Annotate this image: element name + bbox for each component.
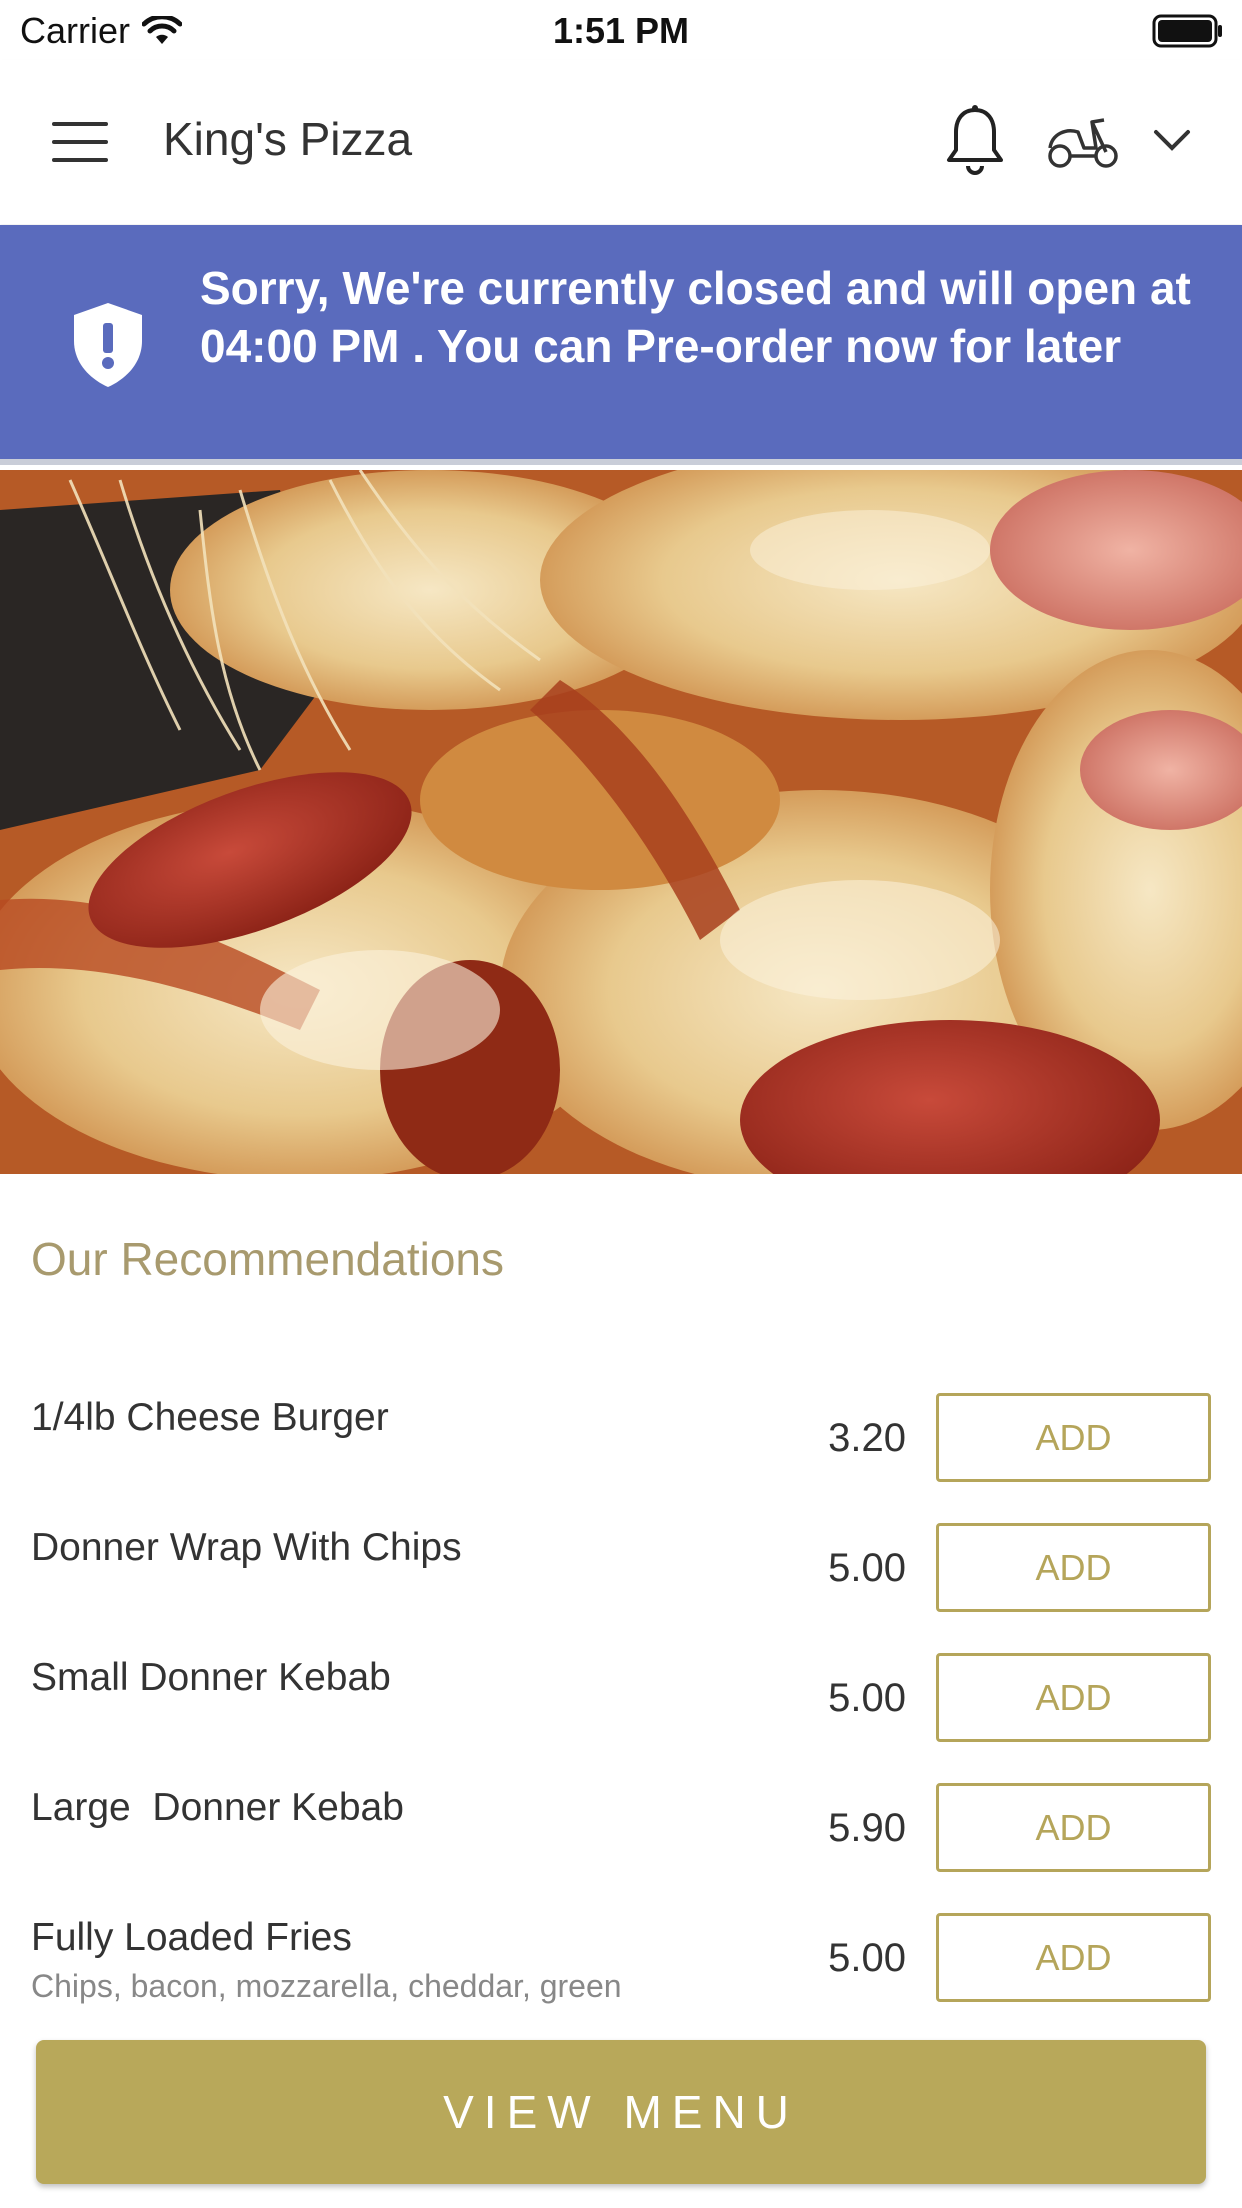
recommendations-list: 1/4lb Cheese Burger 3.20 ADD Donner Wrap… <box>0 1390 1242 2040</box>
scooter-icon[interactable] <box>1046 112 1120 170</box>
list-item: 1/4lb Cheese Burger 3.20 ADD <box>0 1390 1242 1520</box>
item-price: 5.00 <box>828 1676 906 1720</box>
item-description: Chips, bacon, mozzarella, cheddar, green <box>31 1968 622 2004</box>
view-menu-button[interactable]: VIEW MENU <box>36 2040 1206 2184</box>
closed-message: Sorry, We're currently closed and will o… <box>200 262 1191 372</box>
battery-icon <box>1152 14 1222 48</box>
closed-banner: Sorry, We're currently closed and will o… <box>0 225 1242 465</box>
hero-pizza-image <box>0 470 1242 1174</box>
add-button[interactable]: ADD <box>936 1913 1211 2002</box>
item-name: 1/4lb Cheese Burger <box>31 1396 389 1439</box>
add-button[interactable]: ADD <box>936 1523 1211 1612</box>
add-button[interactable]: ADD <box>936 1393 1211 1482</box>
status-time: 1:51 PM <box>552 10 690 51</box>
item-price: 3.20 <box>828 1416 906 1460</box>
item-name: Small Donner Kebab <box>31 1656 391 1699</box>
shield-exclamation-icon <box>74 303 142 387</box>
list-item: Fully Loaded Fries Chips, bacon, mozzare… <box>0 1910 1242 2040</box>
add-button[interactable]: ADD <box>936 1783 1211 1872</box>
add-button[interactable]: ADD <box>936 1653 1211 1742</box>
list-item: Donner Wrap With Chips 5.00 ADD <box>0 1520 1242 1650</box>
item-price: 5.00 <box>828 1936 906 1980</box>
list-item: Large Donner Kebab 5.90 ADD <box>0 1780 1242 1910</box>
status-bar: Carrier 1:51 PM <box>0 0 1242 60</box>
item-name: Fully Loaded Fries <box>31 1916 352 1959</box>
recommendations-title: Our Recommendations <box>31 1233 504 1285</box>
list-item: Small Donner Kebab 5.00 ADD <box>0 1650 1242 1780</box>
hamburger-menu-icon[interactable] <box>52 122 108 162</box>
item-price: 5.00 <box>828 1546 906 1590</box>
item-price: 5.90 <box>828 1806 906 1850</box>
app-header: King's Pizza <box>0 60 1242 224</box>
bell-icon[interactable] <box>944 104 1006 176</box>
item-name: Donner Wrap With Chips <box>31 1526 462 1569</box>
page-title: King's Pizza <box>163 113 413 165</box>
chevron-down-icon[interactable] <box>1152 126 1192 156</box>
item-name: Large Donner Kebab <box>31 1786 404 1829</box>
